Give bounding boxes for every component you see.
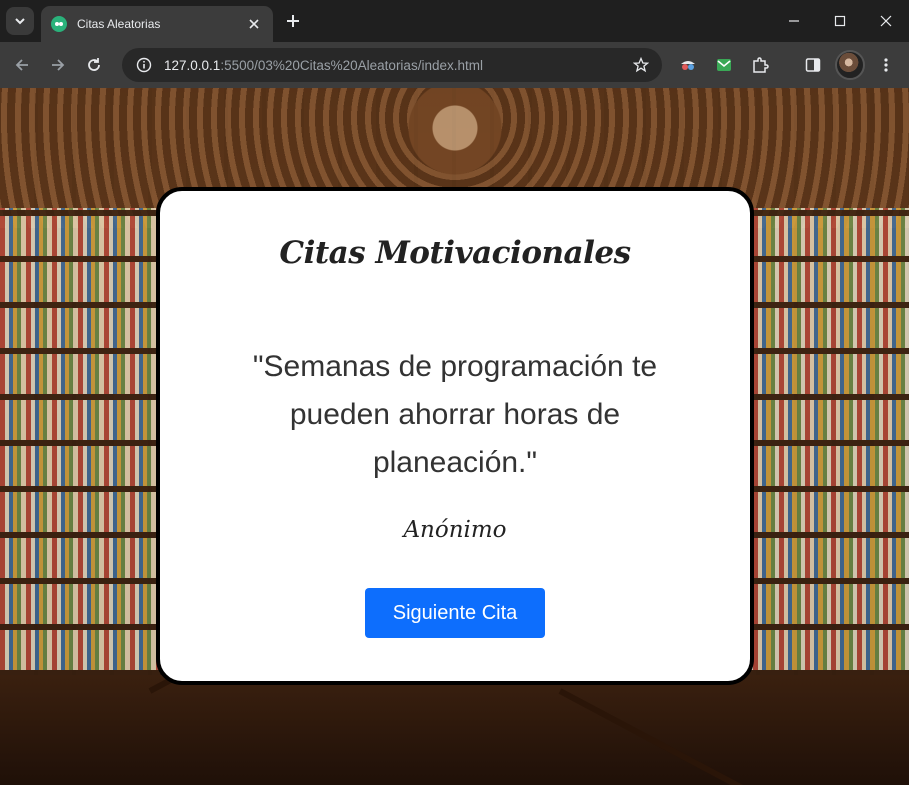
- close-icon: [249, 19, 259, 29]
- quote-card: Citas Motivacionales "Semanas de program…: [156, 187, 754, 685]
- quote-author: Anónimo: [403, 517, 507, 543]
- reload-button[interactable]: [80, 51, 108, 79]
- side-panel-icon[interactable]: [801, 53, 825, 77]
- chat-bubble-icon: [51, 16, 67, 32]
- quote-text: "Semanas de programación te pueden ahorr…: [252, 350, 658, 479]
- arrow-right-icon: [52, 59, 65, 71]
- tab-title: Citas Aleatorias: [77, 17, 161, 31]
- extension-spy-icon[interactable]: [676, 53, 700, 77]
- tab-search-button[interactable]: [6, 7, 34, 35]
- profile-avatar[interactable]: [835, 50, 865, 80]
- back-button[interactable]: [8, 51, 36, 79]
- close-icon: [880, 15, 892, 27]
- page-title: Citas Motivacionales: [279, 235, 631, 271]
- arrow-left-icon: [15, 59, 28, 71]
- maximize-icon: [834, 15, 846, 27]
- library-floor-background: [0, 675, 909, 785]
- extension-mail-icon[interactable]: [712, 53, 736, 77]
- bookmark-star-icon[interactable]: [630, 54, 652, 76]
- next-quote-button[interactable]: Siguiente Cita: [365, 588, 545, 638]
- extensions-puzzle-icon[interactable]: [748, 53, 772, 77]
- kebab-menu-icon[interactable]: [874, 53, 898, 77]
- close-window-button[interactable]: [863, 0, 909, 42]
- maximize-button[interactable]: [817, 0, 863, 42]
- tab-bar: Citas Aleatorias: [0, 0, 909, 42]
- page-viewport: Citas Motivacionales "Semanas de program…: [0, 88, 909, 785]
- address-bar[interactable]: 127.0.0.1:5500/03%20Citas%20Aleatorias/i…: [122, 48, 662, 82]
- reload-icon: [88, 58, 100, 71]
- url-host: 127.0.0.1: [164, 57, 221, 73]
- url-text: 127.0.0.1:5500/03%20Citas%20Aleatorias/i…: [164, 58, 630, 73]
- chevron-down-icon: [15, 18, 25, 25]
- active-tab[interactable]: Citas Aleatorias: [41, 6, 273, 42]
- browser-toolbar: 127.0.0.1:5500/03%20Citas%20Aleatorias/i…: [0, 42, 909, 88]
- window-controls: [771, 0, 909, 42]
- close-tab-button[interactable]: [245, 15, 263, 33]
- info-icon[interactable]: [132, 53, 156, 77]
- minimize-button[interactable]: [771, 0, 817, 42]
- forward-button[interactable]: [44, 51, 72, 79]
- minimize-icon: [789, 20, 799, 22]
- url-path: :5500/03%20Citas%20Aleatorias/index.html: [220, 57, 483, 73]
- plus-icon: [287, 15, 299, 27]
- new-tab-button[interactable]: [282, 10, 304, 32]
